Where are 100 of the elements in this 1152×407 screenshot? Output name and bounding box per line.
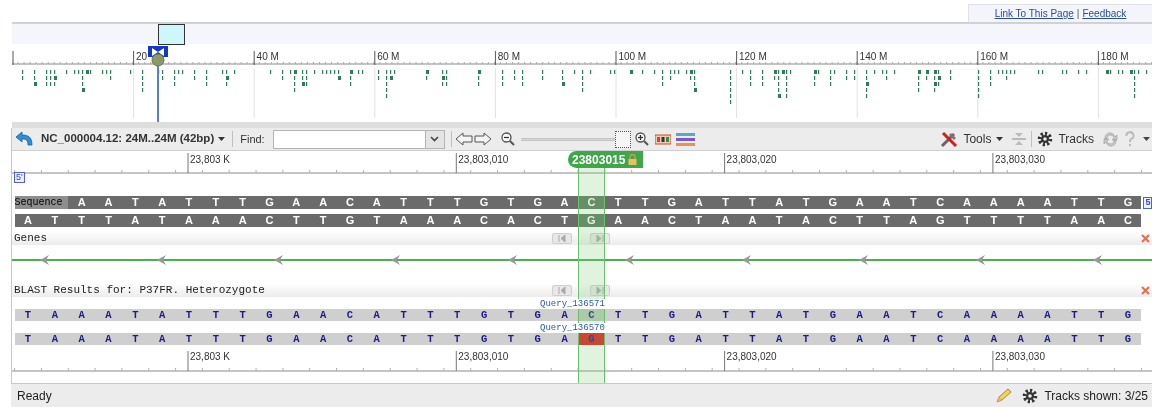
right-arrow-icon[interactable]	[473, 132, 492, 146]
zoom-in-icon[interactable]	[634, 132, 649, 146]
base-letter: G	[658, 196, 686, 209]
base-letter: T	[443, 196, 471, 209]
base-letter: G	[819, 196, 847, 209]
base-letter: A	[309, 196, 337, 209]
base-letter: T	[1087, 309, 1115, 321]
tracks-button[interactable]: Tracks	[1037, 130, 1094, 148]
scroll-right-button[interactable]	[590, 285, 610, 296]
base-letter: G	[256, 196, 283, 209]
base-letter: A	[202, 214, 230, 227]
base-letter: T	[497, 196, 525, 209]
base-letter: C	[336, 196, 364, 209]
base-letter: T	[417, 196, 444, 209]
close-icon[interactable]	[1141, 234, 1150, 243]
back-arrow-icon[interactable]	[15, 131, 35, 147]
base-letter: A	[95, 309, 122, 321]
base-letter: G	[336, 214, 364, 227]
base-letter: A	[899, 214, 927, 227]
base-letter: A	[1034, 309, 1061, 321]
base-letter: G	[524, 333, 552, 345]
location-dropdown[interactable]: NC_000004.12: 24M..24M (42bp)	[41, 130, 226, 148]
base-letter: A	[765, 196, 793, 209]
strand-button[interactable]: 5	[1143, 196, 1152, 209]
base-letter: T	[95, 214, 122, 227]
ruler-label: 80 M	[497, 51, 521, 63]
base-letter: T	[604, 196, 632, 209]
gear-icon[interactable]	[1022, 387, 1039, 404]
caret-icon[interactable]	[1143, 137, 1150, 141]
tools-icon	[940, 130, 959, 148]
base-letter: A	[765, 333, 793, 345]
base-letter: T	[202, 333, 230, 345]
tools-menu[interactable]: Tools	[940, 130, 1004, 148]
base-letter: G	[819, 333, 847, 345]
base-letter: T	[121, 309, 149, 321]
left-arrow-icon[interactable]	[454, 132, 473, 146]
base-letter: A	[443, 214, 471, 227]
ruler-label: 23,803,010	[458, 154, 509, 166]
base-letter: T	[14, 333, 42, 345]
base-letter: G	[578, 214, 605, 227]
base-letter: G	[578, 333, 605, 345]
lock-icon[interactable]	[628, 154, 638, 165]
base-letter: A	[41, 333, 69, 345]
pencil-icon[interactable]	[995, 387, 1014, 404]
help-icon[interactable]	[1124, 131, 1136, 147]
base-letter: T	[1087, 196, 1115, 209]
query-label: Query_136570	[540, 323, 605, 333]
base-letter: T	[121, 196, 149, 209]
view-window[interactable]	[158, 24, 185, 45]
sequence-icon[interactable]	[654, 132, 671, 146]
scroll-left-button[interactable]	[552, 285, 572, 296]
header-link[interactable]: Link To This Page	[994, 6, 1074, 21]
strand-button[interactable]: 5'	[14, 172, 25, 183]
close-icon[interactable]	[1141, 286, 1150, 295]
status-text: Ready	[17, 387, 52, 405]
base-letter: A	[953, 196, 981, 209]
find-field[interactable]	[272, 129, 426, 149]
slider-thumb[interactable]	[614, 130, 631, 148]
base-letter: T	[390, 309, 417, 321]
base-letter: T	[792, 196, 820, 209]
base-letter: A	[148, 333, 176, 345]
scroll-right-button[interactable]	[590, 233, 610, 244]
find-dropdown-button[interactable]	[425, 129, 445, 149]
base-letter: T	[68, 214, 96, 227]
base-letter: G	[256, 309, 283, 321]
zoom-slider[interactable]	[520, 130, 631, 148]
base-letter: A	[846, 196, 874, 209]
track-label: Sequence	[14, 196, 69, 209]
base-letter: A	[229, 214, 257, 227]
zoom-out-icon[interactable]	[500, 132, 515, 146]
collapse-icon[interactable]	[1012, 132, 1027, 146]
track-label: Genes	[14, 230, 47, 246]
base-letter: T	[604, 309, 632, 321]
header-link[interactable]: Feedback	[1082, 6, 1127, 21]
base-letter: A	[175, 214, 203, 227]
base-letter: T	[846, 214, 874, 227]
base-letter: C	[926, 333, 954, 345]
ruler-label: 180 M	[1100, 51, 1129, 63]
base-letter: A	[1034, 333, 1061, 345]
base-letter: A	[1087, 214, 1115, 227]
tracks-shown-text: Tracks shown: 3/25	[1044, 387, 1148, 405]
base-letter: T	[1087, 333, 1115, 345]
base-letter: T	[417, 333, 444, 345]
position-marker-icon[interactable]	[147, 45, 169, 67]
base-letter: T	[417, 309, 444, 321]
base-letter: T	[712, 196, 739, 209]
base-letter: T	[631, 196, 659, 209]
base-letter: A	[1007, 196, 1035, 209]
base-letter: A	[551, 309, 578, 321]
base-letter: C	[256, 214, 283, 227]
base-letter: T	[443, 333, 471, 345]
scroll-left-button[interactable]	[552, 233, 572, 244]
base-letter: A	[95, 333, 122, 345]
base-letter: T	[873, 214, 900, 227]
refresh-icon[interactable]	[1102, 131, 1119, 147]
base-letter: T	[899, 333, 927, 345]
base-letter: T	[148, 214, 176, 227]
base-letter: A	[631, 214, 659, 227]
base-letter: T	[497, 333, 525, 345]
track-colors-icon[interactable]	[675, 132, 695, 146]
